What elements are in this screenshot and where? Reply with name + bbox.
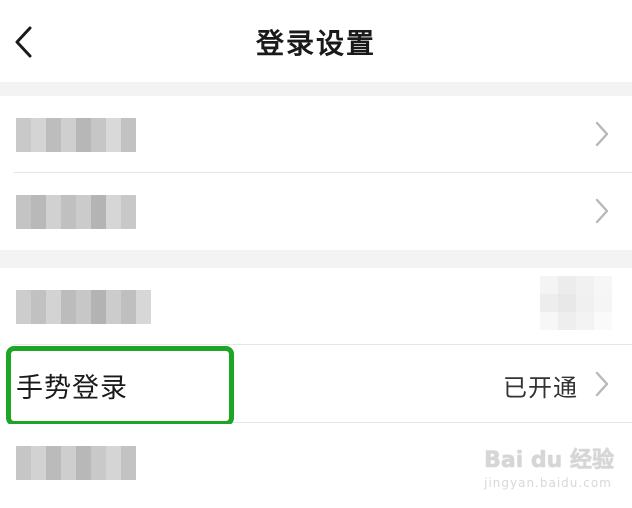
gesture-login-label: 手势登录 [16, 373, 128, 404]
pixelated-label [16, 290, 151, 324]
pixelated-label [16, 195, 136, 229]
watermark-url: jingyan.baidu.com [484, 476, 612, 490]
gesture-login-row[interactable]: 手势登录 已开通 [0, 346, 632, 423]
nav-header: 登录设置 [0, 0, 632, 82]
row-divider [14, 344, 632, 345]
section-gap [0, 250, 632, 268]
settings-row-blurred-3[interactable] [0, 268, 632, 345]
pixelated-label [16, 118, 136, 152]
settings-row-blurred-2[interactable] [0, 173, 632, 250]
page-title: 登录设置 [255, 27, 376, 60]
gesture-login-status: 已开通 [503, 374, 578, 402]
pixelated-label [16, 446, 136, 480]
chevron-right-icon [595, 371, 609, 397]
watermark: Bai du 经验 jingyan.baidu.com [484, 442, 614, 490]
chevron-right-icon [595, 198, 609, 224]
chevron-right-icon [595, 121, 609, 147]
settings-row-blurred-1[interactable] [0, 96, 632, 173]
section-gap [0, 82, 632, 96]
watermark-brand: Bai du 经验 [484, 448, 614, 473]
pixelated-value [540, 276, 612, 330]
row-divider [14, 422, 632, 423]
